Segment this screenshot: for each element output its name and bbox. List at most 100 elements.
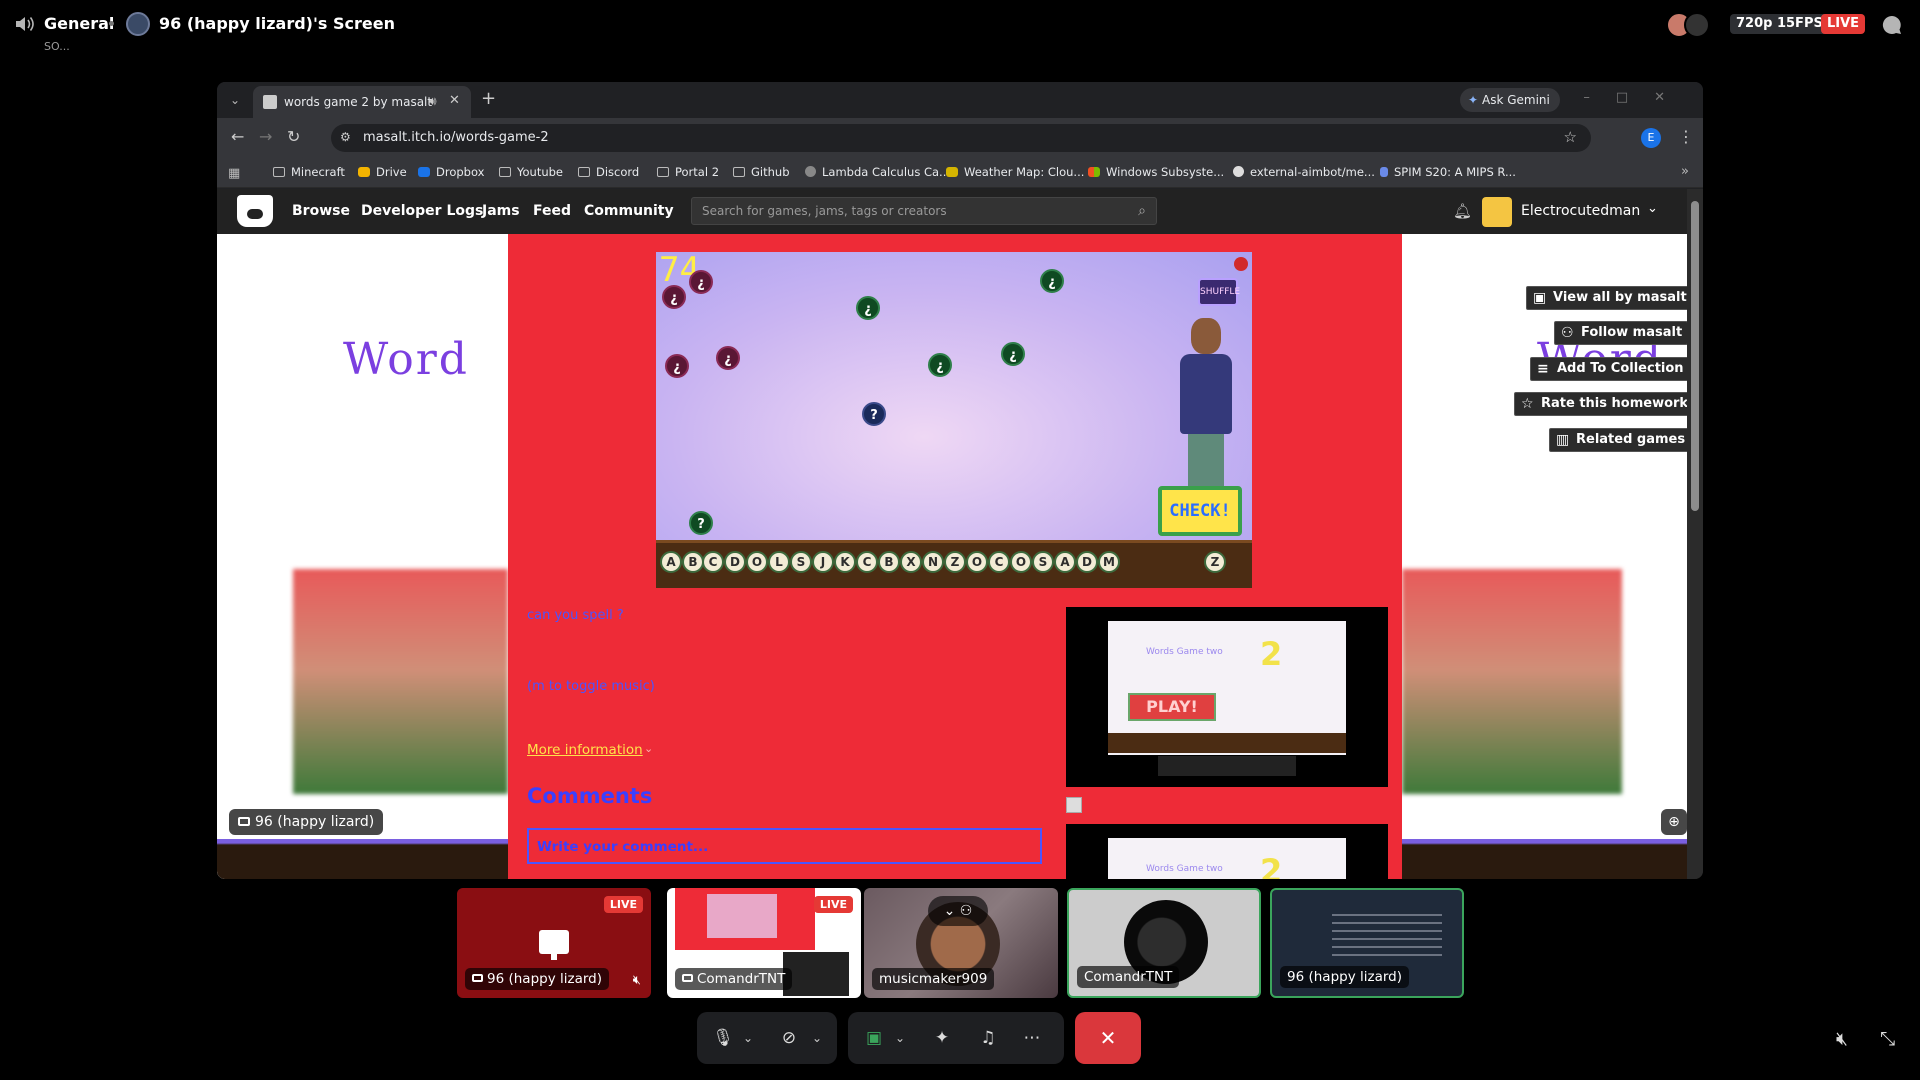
camera-options-chevron-icon[interactable]: ⌄ bbox=[809, 1027, 825, 1049]
browser-menu-icon[interactable]: ⋮ bbox=[1678, 127, 1694, 146]
reload-icon[interactable]: ↻ bbox=[287, 127, 300, 146]
share-screen-icon[interactable]: ▣ bbox=[860, 1024, 888, 1052]
bookmark-item[interactable]: Youtube bbox=[499, 165, 563, 179]
related-games-button[interactable]: ▥ Related games bbox=[1549, 428, 1687, 452]
letter-bubble[interactable]: ¿ bbox=[1001, 342, 1025, 366]
check-button[interactable]: CHECK! bbox=[1158, 486, 1242, 536]
bookmark-item[interactable]: Drive bbox=[358, 165, 407, 179]
letter-bubble[interactable]: ¿ bbox=[1040, 269, 1064, 293]
letter-tile[interactable]: C bbox=[702, 551, 724, 573]
itch-logo[interactable] bbox=[237, 195, 273, 227]
bookmark-star-icon[interactable]: ☆ bbox=[1564, 128, 1577, 146]
soundboard-icon[interactable]: ♫ bbox=[974, 1024, 1002, 1052]
bookmark-item[interactable]: Lambda Calculus Ca... bbox=[805, 165, 950, 179]
letter-bubble[interactable]: ? bbox=[689, 511, 713, 535]
game-canvas[interactable]: 74 ¿ ¿ ¿ ¿ ¿ ¿ ¿ ¿ ? ? SHUFFLE CHECK! A … bbox=[656, 250, 1252, 588]
share-options-chevron-icon[interactable]: ⌄ bbox=[892, 1027, 908, 1049]
letter-tile[interactable]: D bbox=[1076, 551, 1098, 573]
participant-tile[interactable]: ComandrTNT bbox=[1067, 888, 1261, 998]
game-screenshot[interactable]: Words Game two 2 bbox=[1066, 824, 1388, 879]
add-to-collection-button[interactable]: ≡ Add To Collection bbox=[1530, 357, 1687, 381]
notifications-bell-icon[interactable]: 🔔︎ bbox=[1453, 202, 1472, 220]
letter-tile[interactable]: O bbox=[1010, 551, 1032, 573]
itch-search[interactable]: ⌕ bbox=[691, 197, 1157, 225]
leave-call-button[interactable]: ✕ bbox=[1075, 1012, 1141, 1064]
url-text[interactable]: masalt.itch.io/words-game-2 bbox=[363, 130, 549, 145]
letter-tile[interactable]: A bbox=[660, 551, 682, 573]
letter-bubble[interactable]: ¿ bbox=[662, 285, 686, 309]
new-tab-icon[interactable]: + bbox=[481, 88, 496, 109]
letter-tile[interactable]: Z bbox=[944, 551, 966, 573]
browser-tab[interactable]: words game 2 by masalt 🔊︎ ✕ bbox=[253, 86, 471, 118]
follow-masalt-button[interactable]: ⚇ Follow masalt bbox=[1554, 321, 1687, 345]
letter-tile[interactable]: O bbox=[746, 551, 768, 573]
letter-bubble[interactable]: ¿ bbox=[689, 270, 713, 294]
username[interactable]: Electrocutedman bbox=[1521, 203, 1640, 219]
tab-close-icon[interactable]: ✕ bbox=[449, 93, 460, 108]
bookmark-item[interactable]: Github bbox=[733, 165, 790, 179]
search-icon[interactable]: ⌕ bbox=[1138, 203, 1146, 219]
bookmark-item[interactable]: SPIM S20: A MIPS R... bbox=[1380, 165, 1516, 179]
search-input[interactable] bbox=[702, 203, 1122, 219]
tab-audio-icon[interactable]: 🔊︎ bbox=[429, 94, 437, 109]
letter-tile[interactable]: C bbox=[988, 551, 1010, 573]
letter-tile[interactable]: D bbox=[724, 551, 746, 573]
letter-bubble[interactable]: ¿ bbox=[716, 346, 740, 370]
letter-tile[interactable]: N bbox=[922, 551, 944, 573]
letter-tile[interactable]: C bbox=[856, 551, 878, 573]
stream-volume-muted-icon[interactable]: 🔇︎ bbox=[1836, 1028, 1848, 1050]
bookmark-item[interactable]: Portal 2 bbox=[657, 165, 719, 179]
participant-tile[interactable]: LIVE 96 (happy lizard) 🔇︎ bbox=[457, 888, 651, 998]
camera-off-icon[interactable]: ⊘ bbox=[775, 1024, 803, 1052]
nav-community[interactable]: Community bbox=[584, 203, 674, 219]
address-bar[interactable]: ⚙ masalt.itch.io/words-game-2 ☆ bbox=[331, 124, 1591, 152]
more-options-icon[interactable]: ⋯ bbox=[1018, 1024, 1046, 1052]
shuffle-button[interactable]: SHUFFLE bbox=[1198, 278, 1240, 306]
activities-icon[interactable]: ✦ bbox=[928, 1024, 956, 1052]
apps-grid-icon[interactable]: ▦ bbox=[228, 166, 240, 181]
ask-gemini-button[interactable]: Ask Gemini bbox=[1460, 88, 1560, 112]
site-info-icon[interactable]: ⚙ bbox=[340, 130, 351, 144]
bookmark-item[interactable]: Weather Map: Clou... bbox=[946, 165, 1084, 179]
letter-tile[interactable]: K bbox=[834, 551, 856, 573]
back-icon[interactable]: ← bbox=[231, 127, 244, 146]
letter-bubble[interactable]: ¿ bbox=[665, 354, 689, 378]
comment-box[interactable] bbox=[527, 828, 1042, 864]
nav-developer-logs[interactable]: Developer Logs bbox=[361, 203, 483, 219]
letter-tile[interactable]: S bbox=[790, 551, 812, 573]
letter-tile[interactable]: A bbox=[1054, 551, 1076, 573]
zoom-icon[interactable]: ⊕ bbox=[1661, 809, 1687, 835]
letter-tile[interactable]: S bbox=[1032, 551, 1054, 573]
letter-tile[interactable]: Z bbox=[1204, 551, 1226, 573]
exit-fullscreen-icon[interactable]: ⤡ bbox=[1880, 1028, 1895, 1050]
bookmark-item[interactable]: Dropbox bbox=[418, 165, 484, 179]
focus-controls[interactable]: ⌄ ⚇ bbox=[928, 896, 988, 926]
chat-icon[interactable] bbox=[1881, 14, 1903, 36]
viewer-avatars[interactable] bbox=[1666, 12, 1712, 40]
record-icon[interactable] bbox=[1234, 257, 1248, 271]
nav-jams[interactable]: Jams bbox=[482, 203, 520, 219]
window-controls[interactable]: –□✕ bbox=[1583, 90, 1691, 105]
chevron-down-icon[interactable]: ⌄ bbox=[644, 742, 653, 755]
bookmark-item[interactable]: Discord bbox=[578, 165, 639, 179]
scrollbar-thumb[interactable] bbox=[1691, 201, 1699, 511]
participant-tile[interactable]: LIVE ComandrTNT bbox=[667, 888, 861, 998]
letter-tile[interactable]: O bbox=[966, 551, 988, 573]
shared-screen[interactable]: ⌄ words game 2 by masalt 🔊︎ ✕ + Ask Gemi… bbox=[217, 82, 1703, 879]
comment-input[interactable] bbox=[537, 838, 1017, 856]
letter-tile[interactable]: M bbox=[1098, 551, 1120, 573]
profile-avatar[interactable]: E bbox=[1641, 128, 1661, 148]
forward-icon[interactable]: → bbox=[259, 127, 272, 146]
bookmark-item[interactable]: external-aimbot/me... bbox=[1233, 165, 1375, 179]
user-avatar[interactable] bbox=[1482, 197, 1512, 227]
participant-tile[interactable]: ⌄ ⚇ musicmaker909 bbox=[864, 888, 1058, 998]
more-information-link[interactable]: More information bbox=[527, 742, 643, 758]
bookmark-item[interactable]: Windows Subsyste... bbox=[1088, 165, 1224, 179]
letter-tile[interactable]: B bbox=[682, 551, 704, 573]
view-all-by-masalt-button[interactable]: ▣ View all by masalt bbox=[1526, 286, 1687, 310]
letter-bubble[interactable]: ¿ bbox=[856, 296, 880, 320]
microphone-icon[interactable]: 🎙︎ bbox=[709, 1024, 737, 1052]
channel-name[interactable]: General bbox=[44, 14, 114, 33]
letter-bubble[interactable]: ? bbox=[862, 402, 886, 426]
tab-search-button[interactable]: ⌄ bbox=[225, 90, 245, 110]
